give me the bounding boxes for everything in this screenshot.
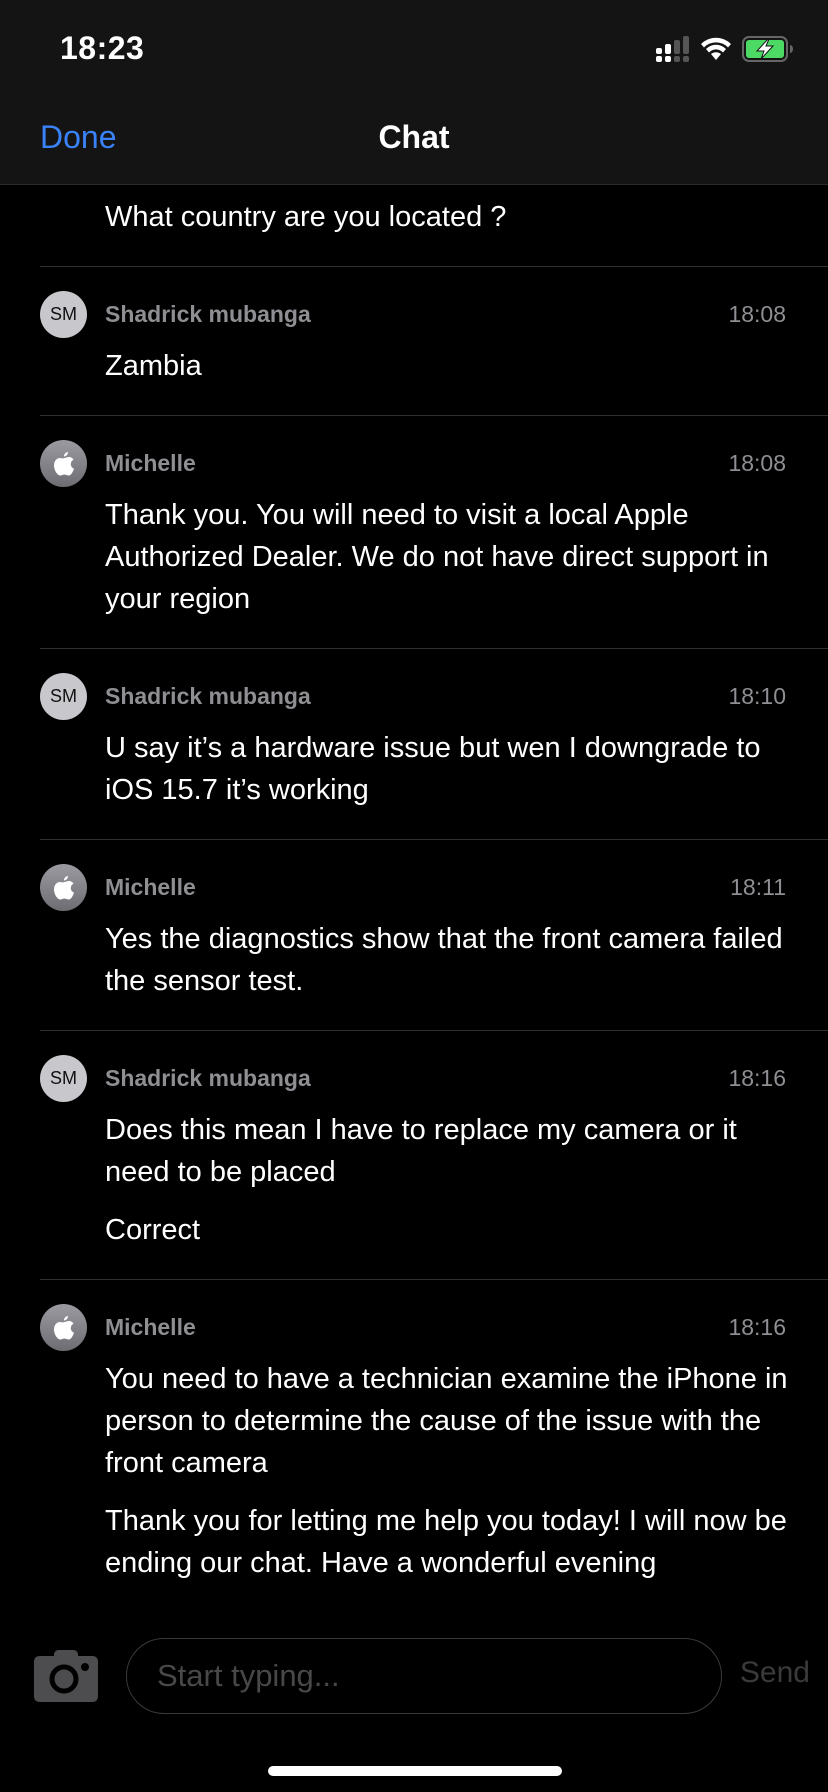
message-item: Michelle 18:16 You need to have a techni… [40, 1304, 828, 1610]
status-icons [656, 36, 794, 62]
message-item: Michelle 18:11 Yes the diagnostics show … [40, 864, 828, 1031]
message-text: Correct [105, 1214, 201, 1246]
message-item: SM Shadrick mubanga 18:10 U say it’s a h… [40, 673, 828, 840]
avatar-initials: SM [40, 291, 87, 338]
status-bar: 18:23 [0, 0, 828, 95]
camera-icon [34, 1650, 98, 1702]
apple-logo-icon [40, 1304, 87, 1351]
avatar-initials: SM [40, 1055, 87, 1102]
nav-bar: Done Chat [0, 95, 828, 185]
message-text: Thank you. You will need to visit a loca… [105, 499, 769, 615]
status-time: 18:23 [60, 30, 145, 66]
wifi-icon [701, 37, 731, 60]
message-item: SM Shadrick mubanga 18:08 Zambia [40, 291, 828, 416]
message-time: 18:16 [728, 1065, 786, 1091]
signal-icon [656, 36, 689, 62]
apple-logo-icon [40, 864, 87, 911]
message-time: 18:08 [728, 301, 786, 327]
message-item: SM Shadrick mubanga 18:16 Does this mean… [40, 1055, 828, 1280]
sender-name: Michelle [105, 874, 196, 900]
battery-charging-icon [742, 36, 793, 62]
message-time: 18:10 [728, 683, 786, 709]
message-text: What country are you located ? [105, 201, 507, 233]
chat-transcript[interactable]: What country are you located ? SM Shadri… [0, 186, 828, 1610]
message-text: Zambia [105, 350, 202, 382]
send-button[interactable]: Send [740, 1656, 810, 1690]
message-time: 18:08 [728, 450, 786, 476]
message-text: Yes the diagnostics show that the front … [105, 923, 783, 997]
sender-name: Shadrick mubanga [105, 301, 311, 327]
page-title: Chat [378, 119, 450, 155]
sender-name: Michelle [105, 1314, 196, 1340]
sender-name: Michelle [105, 450, 196, 476]
home-indicator[interactable] [268, 1766, 562, 1776]
composer: Send [0, 1610, 828, 1714]
sender-name: Shadrick mubanga [105, 683, 311, 709]
apple-logo-icon [40, 440, 87, 487]
message-item: Michelle 18:08 Thank you. You will need … [40, 440, 828, 649]
message-input[interactable] [126, 1638, 722, 1714]
message-time: 18:16 [728, 1314, 786, 1340]
avatar-initials: SM [40, 673, 87, 720]
message-time: 18:11 [730, 874, 786, 900]
sender-name: Shadrick mubanga [105, 1065, 311, 1091]
message-text: Thank you for letting me help you today!… [105, 1505, 787, 1579]
message-text: U say it’s a hardware issue but wen I do… [105, 732, 761, 806]
message-text: You need to have a technician examine th… [105, 1363, 788, 1479]
message-text: Does this mean I have to replace my came… [105, 1114, 737, 1188]
message-item: What country are you located ? [40, 186, 828, 267]
camera-button[interactable] [34, 1650, 98, 1707]
